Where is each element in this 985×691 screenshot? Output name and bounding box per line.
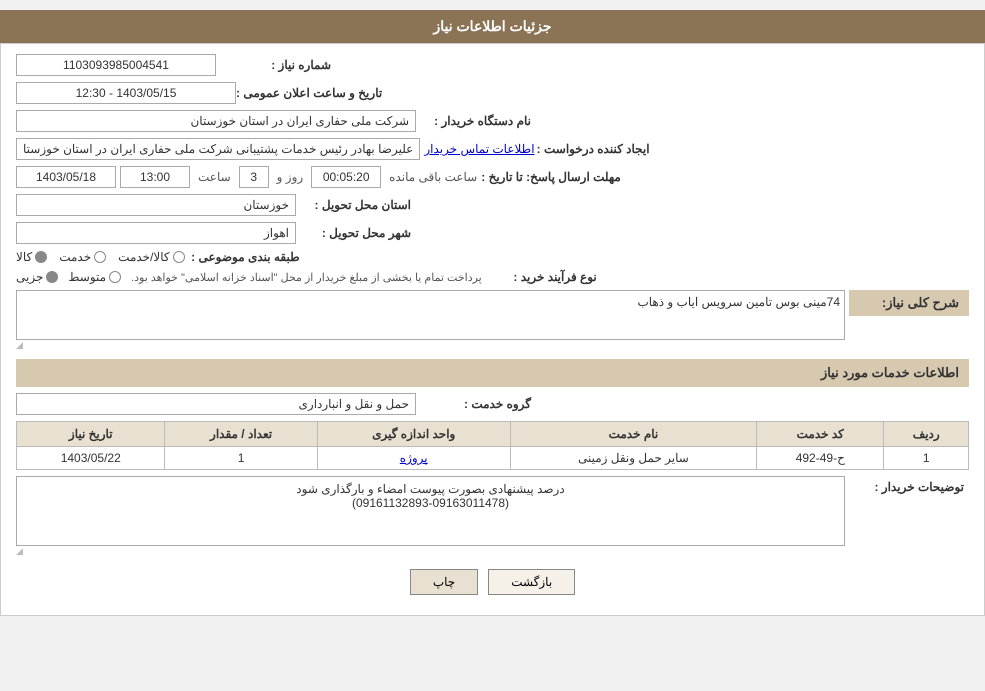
noe-jozi-radio[interactable] <box>46 271 58 283</box>
sharh-niaz-section-header: شرح کلی نیاز: <box>849 290 969 316</box>
col-tarikh: تاریخ نیاز <box>17 422 165 447</box>
print-button[interactable]: چاپ <box>410 569 478 595</box>
tabaqe-khadamat-item: خدمت <box>59 250 106 264</box>
ostan-value: خوزستان <box>16 194 296 216</box>
tozihat-resize-handle: ◢ <box>16 546 845 557</box>
cell-nam: سایر حمل ونقل زمینی <box>510 447 756 470</box>
cell-radif: 1 <box>884 447 969 470</box>
ijad-konande-label: ایجاد کننده درخواست : <box>535 142 655 156</box>
mohlat-date-value: 1403/05/18 <box>16 166 116 188</box>
tabaqe-khadamat-radio[interactable] <box>94 251 106 263</box>
table-row: 1 ح-49-492 سایر حمل ونقل زمینی پروژه 1 1… <box>17 447 969 470</box>
noe-mottaset-label: متوسط <box>68 270 106 284</box>
ostan-row: استان محل تحویل : خوزستان <box>16 194 969 216</box>
tarikh-row: تاریخ و ساعت اعلان عمومی : 1403/05/15 - … <box>16 82 969 104</box>
grohe-khadamat-row: گروه خدمت : حمل و نقل و انبارداری <box>16 393 969 415</box>
ostan-label: استان محل تحویل : <box>296 198 416 212</box>
saat-label: ساعت <box>194 170 235 184</box>
col-vahed: واحد اندازه گیری <box>317 422 510 447</box>
shmara-niaz-row: شماره نیاز : 1103093985004541 <box>16 54 969 76</box>
cell-tarikh: 1403/05/22 <box>17 447 165 470</box>
mohlat-fields: ساعت باقی مانده 00:05:20 روز و 3 ساعت 13… <box>16 166 481 188</box>
nam-dastgah-label: نام دستگاه خریدار : <box>416 114 536 128</box>
sharh-niaz-value: 74مینی بوس تامین سرویس ایاب و ذهاب <box>16 290 845 340</box>
shahr-value: اهواز <box>16 222 296 244</box>
tabaqe-label: طبقه بندی موضوعی : <box>185 250 305 264</box>
mohlat-roz-value: 3 <box>239 166 269 188</box>
shmara-niaz-value: 1103093985004541 <box>16 54 216 76</box>
mohlat-label: مهلت ارسال پاسخ: تا تاریخ : <box>481 170 626 184</box>
noe-farayand-row: نوع فرآیند خرید : پرداخت تمام یا بخشی از… <box>16 270 969 284</box>
etelaat-tamas-link[interactable]: اطلاعات تماس خریدار <box>424 142 534 156</box>
service-table: ردیف کد خدمت نام خدمت واحد اندازه گیری ت… <box>16 421 969 470</box>
page-container: جزئیات اطلاعات نیاز شماره نیاز : 1103093… <box>0 10 985 616</box>
cell-vahed[interactable]: پروژه <box>317 447 510 470</box>
col-nam: نام خدمت <box>510 422 756 447</box>
table-header-row: ردیف کد خدمت نام خدمت واحد اندازه گیری ت… <box>17 422 969 447</box>
tozihat-container: درصد پیشنهادی بصورت پیوست امضاء و بارگذا… <box>16 476 845 557</box>
tabaqe-khadamat-label: خدمت <box>59 250 91 264</box>
etelaat-khadamat-header: اطلاعات خدمات مورد نیاز <box>16 359 969 387</box>
sharh-niaz-section-container: شرح کلی نیاز: 74مینی بوس تامین سرویس ایا… <box>16 290 969 351</box>
roz-label: روز و <box>273 170 308 184</box>
tabaqe-kala-radio[interactable] <box>35 251 47 263</box>
tabaqe-kala-khadamat-label: کالا/خدمت <box>118 250 169 264</box>
noe-jozi-item: جزیی <box>16 270 58 284</box>
main-content: شماره نیاز : 1103093985004541 تاریخ و سا… <box>0 43 985 616</box>
tabaqe-row: طبقه بندی موضوعی : کالا/خدمت خدمت کالا <box>16 250 969 264</box>
noe-mottaset-item: متوسط <box>68 270 121 284</box>
noe-jozi-label: جزیی <box>16 270 43 284</box>
noe-farayand-label: نوع فرآیند خرید : <box>482 270 602 284</box>
noe-mottaset-radio[interactable] <box>109 271 121 283</box>
ijad-konande-row: ایجاد کننده درخواست : اطلاعات تماس خریدا… <box>16 138 969 160</box>
col-kod: کد خدمت <box>757 422 884 447</box>
cell-kod: ح-49-492 <box>757 447 884 470</box>
tabaqe-kala-khadamat-radio[interactable] <box>173 251 185 263</box>
page-header: جزئیات اطلاعات نیاز <box>0 10 985 43</box>
nam-dastgah-row: نام دستگاه خریدار : شرکت ملی حفاری ایران… <box>16 110 969 132</box>
purchase-desc: پرداخت تمام یا بخشی از مبلغ خریدار از مح… <box>131 271 482 284</box>
mande-label: ساعت باقی مانده <box>385 170 481 184</box>
purchase-type-group: پرداخت تمام یا بخشی از مبلغ خریدار از مح… <box>16 270 482 284</box>
cell-tedad: 1 <box>165 447 317 470</box>
tabaqe-kala-item: کالا <box>16 250 47 264</box>
tarikh-label: تاریخ و ساعت اعلان عمومی : <box>236 86 387 100</box>
tozihat-value: درصد پیشنهادی بصورت پیوست امضاء و بارگذا… <box>16 476 845 546</box>
ijad-konande-value: علیرضا بهادر رئیس خدمات پشتیبانی شرکت مل… <box>16 138 420 160</box>
nam-dastgah-value: شرکت ملی حفاری ایران در استان خوزستان <box>16 110 416 132</box>
grohe-khadamat-value: حمل و نقل و انبارداری <box>16 393 416 415</box>
back-button[interactable]: بازگشت <box>488 569 575 595</box>
tarikh-value: 1403/05/15 - 12:30 <box>16 82 236 104</box>
btn-row: بازگشت چاپ <box>16 569 969 595</box>
tozihat-row: توضیحات خریدار : درصد پیشنهادی بصورت پیو… <box>16 476 969 557</box>
grohe-khadamat-label: گروه خدمت : <box>416 397 536 411</box>
tabaqe-radio-group: کالا/خدمت خدمت کالا <box>16 250 185 264</box>
mohlat-row: مهلت ارسال پاسخ: تا تاریخ : ساعت باقی ما… <box>16 166 969 188</box>
tabaqe-kala-label: کالا <box>16 250 32 264</box>
shahr-label: شهر محل تحویل : <box>296 226 416 240</box>
shahr-row: شهر محل تحویل : اهواز <box>16 222 969 244</box>
col-tedad: تعداد / مقدار <box>165 422 317 447</box>
shmara-niaz-label: شماره نیاز : <box>216 58 336 72</box>
mohlat-mande-value: 00:05:20 <box>311 166 381 188</box>
mohlat-saat-value: 13:00 <box>120 166 190 188</box>
page-title: جزئیات اطلاعات نیاز <box>433 18 551 34</box>
sharh-niaz-container: 74مینی بوس تامین سرویس ایاب و ذهاب ◢ <box>16 290 845 351</box>
tabaqe-kala-khadamat-item: کالا/خدمت <box>118 250 184 264</box>
resize-handle: ◢ <box>16 340 845 351</box>
col-radif: ردیف <box>884 422 969 447</box>
tozihat-label: توضیحات خریدار : <box>849 476 969 498</box>
